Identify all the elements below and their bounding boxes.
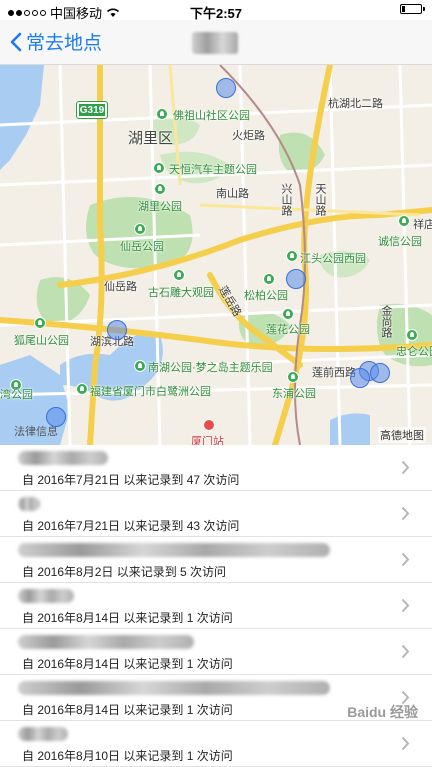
map-label-huwei: 狐尾山公园 [14,335,69,347]
chevron-left-icon [10,32,22,51]
location-name-redacted [18,497,40,511]
chevron-right-icon [401,644,410,659]
park-pin-icon [154,183,166,195]
map-label-xianyue-road: 仙岳路 [104,281,137,293]
visit-location-marker[interactable] [216,78,236,98]
visit-summary: 自 2016年8月14日 以来记录到 1 次访问 [22,611,233,625]
location-name-redacted [18,589,74,603]
map-label-nanhu: 南湖公园·梦之岛主题乐园 [148,362,273,374]
railway-station-icon [203,419,215,431]
back-button[interactable]: 常去地点 [10,28,102,55]
highway-shield-g319: G319 [77,102,107,118]
map-label-lianhua-park: 莲花公园 [266,324,310,336]
chevron-right-icon [401,736,410,751]
map-label-fozu: 佛祖山社区公园 [173,110,250,122]
back-button-label: 常去地点 [26,33,103,54]
navigation-bar: 常去地点 [0,20,432,65]
list-item[interactable]: 自 2016年7月21日 以来记录到 47 次访问 [0,445,432,491]
park-pin-icon [398,215,410,227]
map-label-tianheng: 天恒汽车主题公园 [169,164,257,176]
map-label-tianshan: 天山路 [314,183,326,216]
visit-location-marker[interactable] [350,368,370,388]
location-name-redacted [18,727,68,741]
location-name-redacted [18,451,108,465]
status-right [400,4,425,14]
location-name-redacted [18,635,194,649]
visit-summary: 自 2016年8月10日 以来记录到 1 次访问 [22,749,233,763]
map-label-xingshan: 兴山路 [280,183,292,216]
park-pin-icon [173,269,185,281]
map-label-jiangtou: 江头公园西园 [300,253,366,265]
visit-summary: 自 2016年7月21日 以来记录到 43 次访问 [22,519,240,533]
map-label-hanghu: 杭湖北二路 [328,98,383,110]
chevron-right-icon [401,552,410,567]
visit-location-marker[interactable] [370,363,390,383]
visit-summary: 自 2016年8月14日 以来记录到 1 次访问 [22,657,233,671]
visit-summary: 自 2016年8月14日 以来记录到 1 次访问 [22,703,233,717]
list-item[interactable]: 自 2016年8月2日 以来记录到 5 次访问 [0,537,432,583]
map-label-station: 厦门站 [191,436,224,445]
map-label-xiangdian: 祥店 [413,219,432,231]
map-label-district: 湖里区 [128,130,174,147]
map-label-nanshan: 南山路 [216,188,249,200]
park-pin-icon [287,371,299,383]
map-label-dongpu: 东浦公园 [272,388,316,400]
map-provider-logo: 高德地图 [378,427,426,443]
map-label-huoju: 火炬路 [232,130,265,142]
list-item[interactable]: 自 2016年8月10日 以来记录到 1 次访问 [0,721,432,767]
park-pin-icon [134,223,146,235]
visit-location-marker[interactable] [286,269,306,289]
park-pin-icon [263,273,275,285]
map-view[interactable]: G319 湖里区 佛祖山社区公园 杭湖北二路 火炬路 天恒汽车主题公园 南山路 … [0,65,432,445]
map-label-xianyue-park: 仙岳公园 [120,241,164,253]
map-label-chengxin: 诚信公园 [378,236,422,248]
list-item[interactable]: 自 2016年8月14日 以来记录到 1 次访问 [0,583,432,629]
baidu-jingyan-watermark: Baidu 经验 [347,702,418,722]
chevron-right-icon [401,460,410,475]
park-pin-icon [153,162,165,174]
visit-summary: 自 2016年8月2日 以来记录到 5 次访问 [22,565,227,579]
park-pin-icon [76,383,88,395]
map-label-gushi: 古石雕大观园 [148,287,214,299]
visit-location-marker[interactable] [46,407,66,427]
map-label-bailuzhou: 福建省厦门市白鹭洲公园 [90,386,211,398]
map-label-songbai: 松柏公园 [244,290,288,302]
location-name-redacted [18,543,330,557]
chevron-right-icon [401,598,410,613]
map-label-zhongren: 忠仑公园 [396,346,432,358]
location-name-redacted [18,681,330,695]
park-pin-icon [156,108,168,120]
park-pin-icon [406,329,418,341]
map-label-haiwan: 湾公园 [0,389,33,401]
visit-summary: 自 2016年7月21日 以来记录到 47 次访问 [22,473,240,487]
battery-icon [400,4,425,14]
visit-location-marker[interactable] [107,320,127,340]
park-pin-icon [134,360,146,372]
map-label-huli-park: 湖里公园 [138,201,182,213]
list-item[interactable]: 自 2016年8月14日 以来记录到 1 次访问 [0,629,432,675]
park-pin-icon [282,308,294,320]
list-item[interactable]: 自 2016年7月21日 以来记录到 43 次访问 [0,491,432,537]
watermark-brand: Baidu 经验 [347,704,418,720]
map-label-jinshang: 金尚路 [380,305,392,338]
park-pin-icon [286,250,298,262]
status-bar: 中国移动 下午2:57 [0,0,432,21]
park-pin-icon [34,317,46,329]
page-title-redacted [192,32,238,54]
chevron-right-icon [401,506,410,521]
